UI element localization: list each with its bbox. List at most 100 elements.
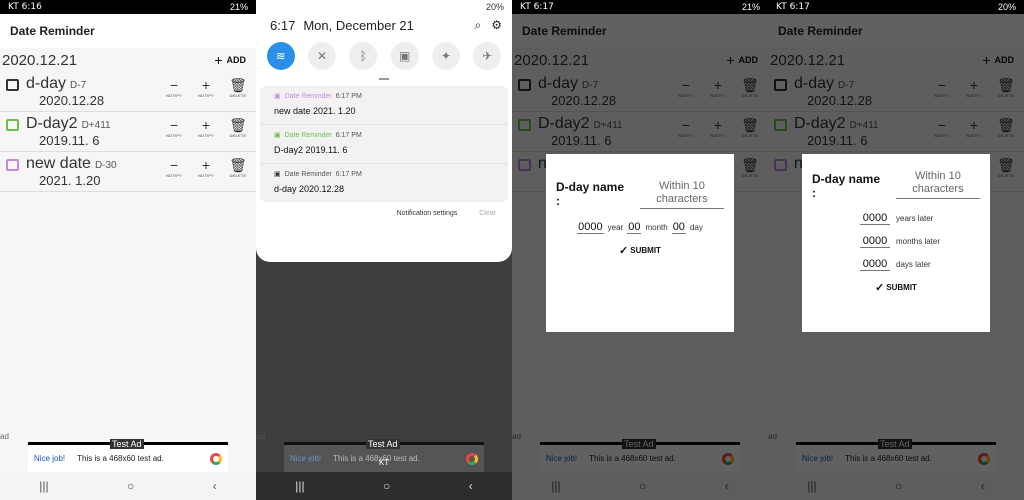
status-bar: KT 6:17 20%: [768, 0, 1024, 14]
notification-footer: Notification settings Clear: [256, 202, 512, 223]
ad-nice: Nice job!: [34, 454, 66, 463]
check-icon: ✓: [875, 282, 885, 294]
home-button[interactable]: ○: [127, 479, 134, 493]
status-time: KT 6:16: [8, 2, 42, 12]
notify-minus-button[interactable]: −NOTIFY: [164, 117, 184, 138]
add-offset-dialog: D-day name : Within 10 characters 0000 ye…: [802, 154, 990, 332]
day-input[interactable]: 00: [671, 221, 686, 234]
year-input[interactable]: 0000: [577, 221, 604, 234]
notification-item[interactable]: ▣ Date Reminder 6:17 PM new date 2021. 1.2…: [260, 86, 508, 125]
date-fields: 0000 year 00 month 00 day: [577, 221, 703, 234]
ad-banner: Test Ad Nice job! This is a 468x60 test …: [284, 439, 484, 472]
recents-button[interactable]: |||: [39, 479, 48, 493]
delete-button[interactable]: 🗑DELETE: [228, 157, 248, 178]
calendar-icon: [6, 159, 19, 171]
months-input[interactable]: 0000: [860, 235, 890, 248]
notify-minus-button[interactable]: −NOTIFY: [164, 157, 184, 178]
search-icon[interactable]: ⌕: [475, 18, 482, 33]
ad-label: ad: [256, 432, 265, 441]
delete-button[interactable]: 🗑DELETE: [228, 117, 248, 138]
item-dday: D+411: [81, 120, 111, 131]
offset-fields: 0000 years later 0000 months later 0000 day…: [812, 212, 980, 271]
item-dday: D-30: [94, 160, 117, 171]
notify-plus-button[interactable]: +NOTIFY: [196, 117, 216, 138]
clear-button[interactable]: Clear: [479, 210, 496, 217]
status-battery: 20%: [485, 2, 504, 12]
status-time: KT 6:17: [776, 2, 810, 12]
calendar-icon: [6, 79, 19, 91]
status-time: KT 6:17: [520, 2, 554, 12]
calendar-icon: [6, 119, 19, 131]
add-button[interactable]: +ADD: [214, 52, 246, 68]
shade-date: Mon, December 21: [303, 17, 414, 33]
notify-minus-button[interactable]: −NOTIFY: [164, 77, 184, 98]
notification-shade: 20% 6:17 Mon, December 21 ⌕ ⚙ ≋ ✕ ᛒ ▣ ✦ ✈…: [256, 0, 512, 262]
app-title: Date Reminder: [0, 14, 256, 48]
back-button[interactable]: ‹: [469, 479, 473, 493]
notification-settings-button[interactable]: Notification settings: [397, 210, 458, 217]
days-input[interactable]: 0000: [860, 258, 890, 271]
home-button[interactable]: ○: [383, 479, 390, 493]
flashlight-icon[interactable]: ✦: [431, 42, 460, 70]
test-ad-badge: Test Ad: [110, 439, 144, 449]
airplane-icon[interactable]: ✈: [473, 42, 502, 70]
notify-plus-button[interactable]: +NOTIFY: [196, 157, 216, 178]
month-input[interactable]: 00: [627, 221, 642, 234]
check-icon: ✓: [619, 245, 629, 257]
notification-item[interactable]: ▣ Date Reminder 6:17 PM d-day 2020.12.28: [260, 164, 508, 202]
item-date: 2021. 1.20: [39, 173, 101, 188]
item-name: D-day2: [26, 115, 78, 132]
mute-icon[interactable]: ✕: [307, 42, 336, 70]
calendar-icon: ▣: [274, 93, 281, 100]
ad-logo-icon: [210, 452, 222, 465]
plus-icon: +: [214, 52, 223, 68]
item-dday: D-7: [70, 80, 87, 91]
wifi-icon[interactable]: ≋: [266, 42, 295, 70]
shade-clock: 6:17 Mon, December 21 ⌕ ⚙: [256, 14, 512, 36]
list-item[interactable]: new date D-30 2021. 1.20 − NOTIFY + NOTIFY 🗑…: [0, 152, 256, 192]
add-date-dialog: D-day name : Within 10 characters 0000 ye…: [546, 154, 734, 332]
shade-time: 6:17: [270, 17, 296, 33]
notify-plus-button[interactable]: +NOTIFY: [196, 77, 216, 98]
test-ad-badge: Test Ad: [366, 439, 400, 449]
trash-icon: 🗑: [229, 117, 247, 133]
ad-label: ad: [0, 432, 9, 441]
calendar-icon: ▣: [274, 171, 281, 178]
dday-name-input[interactable]: Within 10 characters: [639, 180, 724, 209]
back-button[interactable]: ‹: [213, 479, 217, 493]
notification-item[interactable]: ▣ Date Reminder 6:17 PM D-day2 2019.11. 6: [260, 125, 508, 164]
status-battery: 21%: [741, 2, 760, 12]
shade-handle[interactable]: [379, 78, 389, 80]
list-item[interactable]: D-day2D+411 2019.11. 6 −NOTIFY +NOTIFY 🗑D…: [0, 112, 256, 152]
status-battery: 21%: [229, 2, 248, 12]
item-name: d-day: [26, 75, 67, 92]
dday-name-label: D-day name :: [556, 180, 625, 208]
years-input[interactable]: 0000: [860, 212, 890, 225]
submit-button[interactable]: ✓ SUBMIT: [556, 244, 724, 257]
trash-icon: 🗑: [229, 77, 247, 93]
calendar-icon: ▣: [274, 132, 281, 139]
rotate-icon[interactable]: ▣: [390, 42, 419, 70]
quick-settings: ≋ ✕ ᛒ ▣ ✦ ✈: [256, 36, 512, 76]
recents-button[interactable]: |||: [295, 479, 304, 493]
date-bar: 2020.12.21 +ADD: [0, 48, 256, 72]
dday-name-input[interactable]: Within 10 characters: [895, 170, 980, 199]
item-name: new date: [26, 155, 91, 172]
trash-icon: 🗑: [229, 157, 247, 173]
phone-notification-shade: ad Test Ad Nice job! This is a 468x60 te…: [256, 0, 512, 500]
phone-dialog-offset: KT 6:17 20% Date Reminder 2020.12.21 +AD…: [768, 0, 1024, 500]
ad-banner[interactable]: Test Ad Nice job! This is a 468x60 test …: [28, 439, 228, 472]
status-bar: KT 6:16 21%: [0, 0, 256, 14]
gear-icon[interactable]: ⚙: [491, 18, 502, 33]
phone-main-list: KT 6:16 21% Date Reminder 2020.12.21 + AD…: [0, 0, 256, 500]
list-item[interactable]: d-dayD-7 2020.12.28 −NOTIFY +NOTIFY 🗑DELE…: [0, 72, 256, 112]
delete-button[interactable]: 🗑DELETE: [228, 77, 248, 98]
phone-dialog-date: KT 6:17 21% Date Reminder 2020.12.21 +AD…: [512, 0, 768, 500]
nav-bar: ||| ○ ‹: [0, 472, 256, 500]
current-date: 2020.12.21: [2, 51, 78, 69]
bluetooth-icon[interactable]: ᛒ: [349, 42, 378, 70]
dday-name-label: D-day name :: [812, 172, 881, 200]
carrier-label: KT: [378, 458, 390, 467]
item-date: 2020.12.28: [39, 93, 105, 108]
submit-button[interactable]: ✓ SUBMIT: [812, 281, 980, 294]
